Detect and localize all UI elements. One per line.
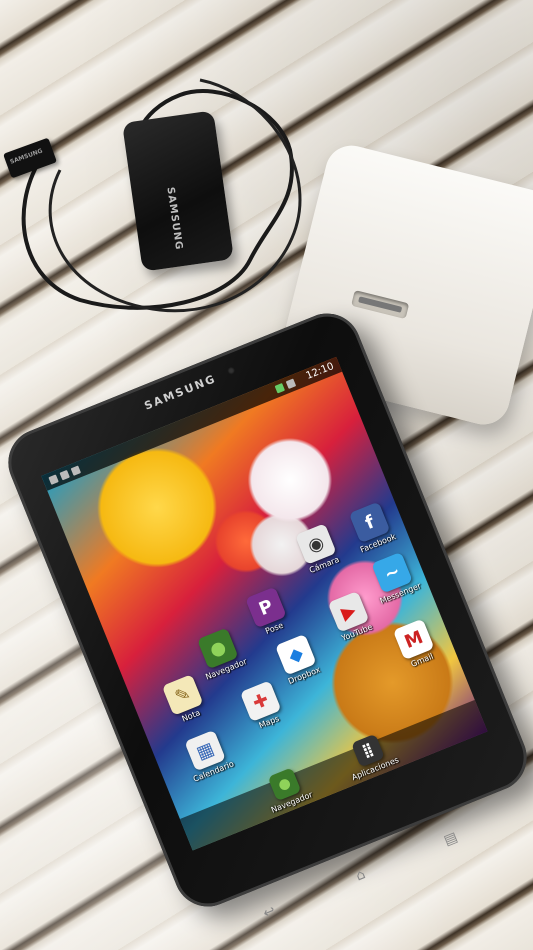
charger-brand-label: SAMSUNG — [164, 186, 185, 252]
notification-icon — [48, 474, 59, 485]
app-calendario[interactable]: ▦ Calendario — [172, 725, 242, 787]
status-time: 12:10 — [304, 360, 336, 382]
dock-app-navegador[interactable]: ● Navegador — [243, 757, 331, 821]
wifi-icon — [285, 378, 297, 389]
notification-icon — [70, 465, 82, 476]
front-camera — [226, 366, 236, 376]
notification-icon — [59, 469, 70, 481]
dock-app-aplicaciones[interactable]: ⣿ Aplicaciones — [326, 724, 414, 788]
battery-icon — [274, 383, 286, 394]
connector-brand-label: SAMSUNG — [9, 147, 44, 166]
app-gmail[interactable]: M Gmail — [381, 614, 451, 676]
dock-slot — [351, 290, 410, 320]
